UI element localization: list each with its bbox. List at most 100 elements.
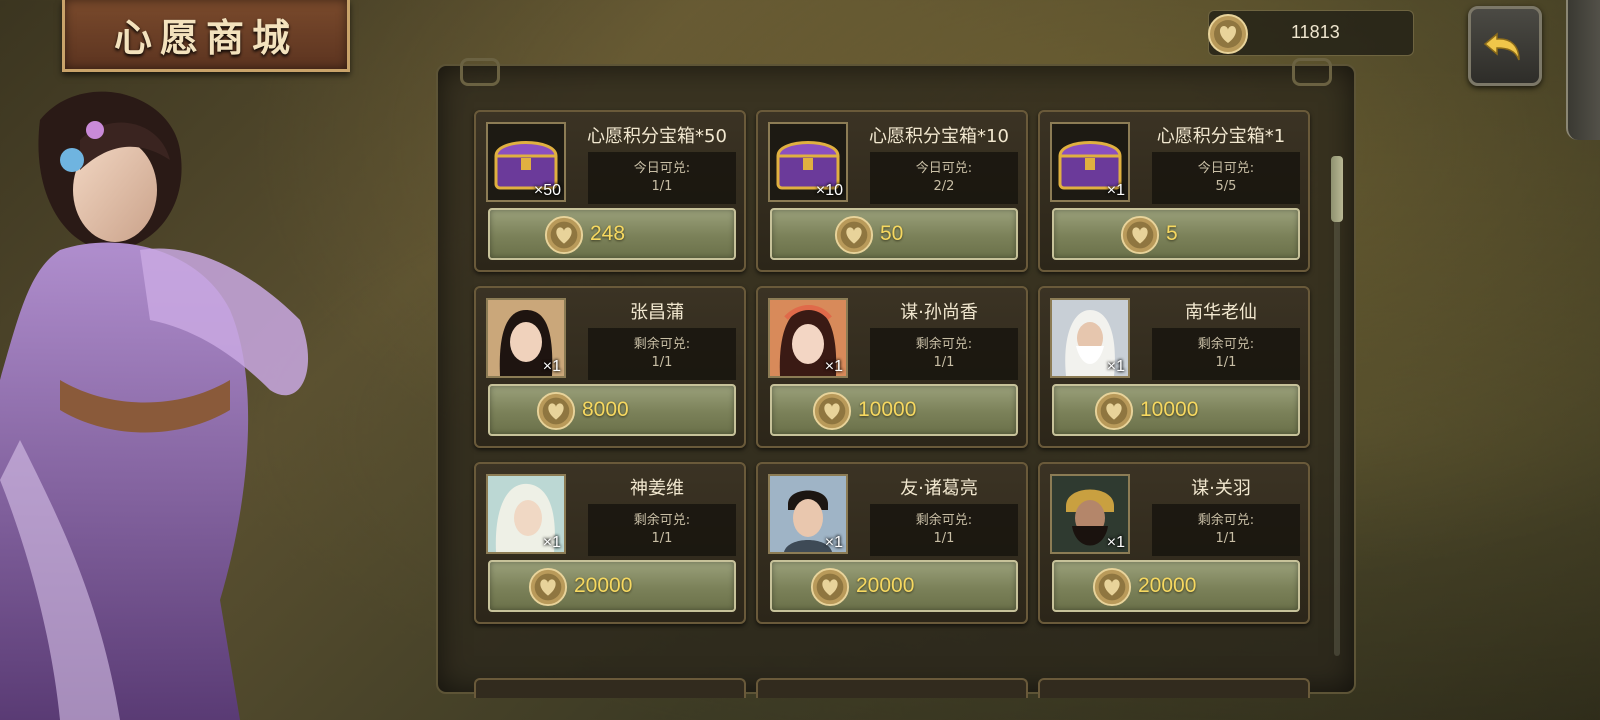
shop-item-card-partial[interactable] bbox=[474, 678, 746, 698]
limit-label: 剩余可兑: bbox=[633, 513, 691, 528]
item-price: 5 bbox=[1166, 222, 1178, 245]
panel-ornament bbox=[460, 58, 500, 86]
item-quantity: ×1 bbox=[824, 534, 843, 551]
shop-item-card[interactable]: ×1 谋·孙尚香 剩余可兑: 1/1 10000 bbox=[756, 286, 1028, 448]
item-name: 谋·孙尚香 bbox=[900, 302, 978, 323]
heart-coin-icon bbox=[1208, 14, 1248, 54]
item-price: 20000 bbox=[1138, 574, 1197, 597]
limit-label: 今日可兑: bbox=[1197, 161, 1255, 176]
shop-item-card[interactable]: ×50 心愿积分宝箱*50 今日可兑: 1/1 248 bbox=[474, 110, 746, 272]
item-price: 20000 bbox=[574, 574, 633, 597]
undo-arrow-icon bbox=[1483, 32, 1520, 61]
back-button[interactable] bbox=[1468, 6, 1542, 86]
item-name: 心愿积分宝箱*1 bbox=[1156, 126, 1286, 147]
shop-item-card[interactable]: ×1 友·诸葛亮 剩余可兑: 1/1 20000 bbox=[756, 462, 1028, 624]
buy-button[interactable]: 248 bbox=[488, 208, 736, 260]
panel-ornament bbox=[1292, 58, 1332, 86]
heart-coin-icon bbox=[528, 567, 568, 607]
item-thumbnail: ×1 bbox=[1050, 474, 1130, 554]
item-thumbnail: ×1 bbox=[1050, 298, 1130, 378]
item-quantity: ×10 bbox=[815, 182, 843, 199]
shop-panel: ×50 心愿积分宝箱*50 今日可兑: 1/1 248 ×10 心愿积分宝箱*1… bbox=[436, 58, 1356, 698]
limit-label: 剩余可兑: bbox=[915, 337, 973, 352]
limit-value: 1/1 bbox=[651, 179, 673, 194]
item-thumbnail: ×1 bbox=[486, 474, 566, 554]
scrollbar-track[interactable] bbox=[1334, 158, 1340, 656]
limit-value: 1/1 bbox=[651, 355, 673, 370]
item-name: 友·诸葛亮 bbox=[900, 478, 978, 499]
item-quantity: ×1 bbox=[542, 534, 561, 551]
item-price: 20000 bbox=[856, 574, 915, 597]
exchange-limit: 剩余可兑: 1/1 bbox=[588, 504, 736, 556]
shop-item-card[interactable]: ×1 神姜维 剩余可兑: 1/1 20000 bbox=[474, 462, 746, 624]
item-name: 张昌蒲 bbox=[630, 302, 684, 323]
limit-value: 1/1 bbox=[1215, 531, 1237, 546]
item-thumbnail: ×1 bbox=[486, 298, 566, 378]
buy-button[interactable]: 50 bbox=[770, 208, 1018, 260]
exchange-limit: 剩余可兑: 1/1 bbox=[1152, 328, 1300, 380]
item-quantity: ×1 bbox=[1106, 534, 1125, 551]
limit-value: 1/1 bbox=[933, 355, 955, 370]
item-quantity: ×1 bbox=[824, 358, 843, 375]
item-thumbnail: ×10 bbox=[768, 122, 848, 202]
item-name: 心愿积分宝箱*50 bbox=[587, 126, 727, 147]
currency-amount: 11813 bbox=[1291, 22, 1340, 42]
heart-coin-icon bbox=[1094, 391, 1134, 431]
item-quantity: ×1 bbox=[1106, 182, 1125, 199]
exchange-limit: 今日可兑: 1/1 bbox=[588, 152, 736, 204]
shop-item-card[interactable]: ×10 心愿积分宝箱*10 今日可兑: 2/2 50 bbox=[756, 110, 1028, 272]
item-price: 248 bbox=[590, 222, 626, 245]
exchange-limit: 今日可兑: 2/2 bbox=[870, 152, 1018, 204]
heart-coin-icon bbox=[834, 215, 874, 255]
shop-item-card[interactable]: ×1 张昌蒲 剩余可兑: 1/1 8000 bbox=[474, 286, 746, 448]
item-name: 南华老仙 bbox=[1185, 302, 1257, 323]
shop-title-banner: 心愿商城 bbox=[62, 0, 350, 72]
currency-display: 11813 bbox=[1208, 10, 1414, 56]
buy-button[interactable]: 20000 bbox=[1052, 560, 1300, 612]
shop-item-card[interactable]: ×1 谋·关羽 剩余可兑: 1/1 20000 bbox=[1038, 462, 1310, 624]
side-frame bbox=[1566, 0, 1600, 140]
buy-button[interactable]: 10000 bbox=[1052, 384, 1300, 436]
exchange-limit: 剩余可兑: 1/1 bbox=[870, 504, 1018, 556]
item-thumbnail: ×1 bbox=[1050, 122, 1130, 202]
item-price: 10000 bbox=[1140, 398, 1199, 421]
limit-label: 剩余可兑: bbox=[915, 513, 973, 528]
buy-button[interactable]: 10000 bbox=[770, 384, 1018, 436]
item-price: 10000 bbox=[858, 398, 917, 421]
limit-label: 剩余可兑: bbox=[633, 337, 691, 352]
shop-item-card[interactable]: ×1 南华老仙 剩余可兑: 1/1 10000 bbox=[1038, 286, 1310, 448]
heart-coin-icon bbox=[1120, 215, 1160, 255]
limit-label: 今日可兑: bbox=[633, 161, 691, 176]
character-artwork bbox=[0, 91, 309, 720]
item-thumbnail: ×1 bbox=[768, 298, 848, 378]
limit-value: 5/5 bbox=[1215, 179, 1237, 194]
heart-coin-icon bbox=[544, 215, 584, 255]
item-price: 50 bbox=[880, 222, 904, 245]
heart-coin-icon bbox=[810, 567, 850, 607]
buy-button[interactable]: 5 bbox=[1052, 208, 1300, 260]
item-thumbnail: ×1 bbox=[768, 474, 848, 554]
heart-coin-icon bbox=[536, 391, 576, 431]
shop-item-card-partial[interactable] bbox=[1038, 678, 1310, 698]
item-name: 心愿积分宝箱*10 bbox=[869, 126, 1009, 147]
scrollbar-thumb[interactable] bbox=[1331, 156, 1343, 222]
page-title: 心愿商城 bbox=[113, 15, 298, 60]
buy-button[interactable]: 8000 bbox=[488, 384, 736, 436]
buy-button[interactable]: 20000 bbox=[488, 560, 736, 612]
limit-value: 1/1 bbox=[651, 531, 673, 546]
limit-value: 1/1 bbox=[1215, 355, 1237, 370]
limit-label: 剩余可兑: bbox=[1197, 513, 1255, 528]
limit-value: 1/1 bbox=[933, 531, 955, 546]
limit-label: 剩余可兑: bbox=[1197, 337, 1255, 352]
item-thumbnail: ×50 bbox=[486, 122, 566, 202]
item-price: 8000 bbox=[582, 398, 629, 421]
shop-item-card-partial[interactable] bbox=[756, 678, 1028, 698]
item-quantity: ×50 bbox=[533, 182, 561, 199]
buy-button[interactable]: 20000 bbox=[770, 560, 1018, 612]
shop-item-card[interactable]: ×1 心愿积分宝箱*1 今日可兑: 5/5 5 bbox=[1038, 110, 1310, 272]
exchange-limit: 剩余可兑: 1/1 bbox=[588, 328, 736, 380]
limit-label: 今日可兑: bbox=[915, 161, 973, 176]
heart-coin-icon bbox=[812, 391, 852, 431]
exchange-limit: 今日可兑: 5/5 bbox=[1152, 152, 1300, 204]
exchange-limit: 剩余可兑: 1/1 bbox=[870, 328, 1018, 380]
